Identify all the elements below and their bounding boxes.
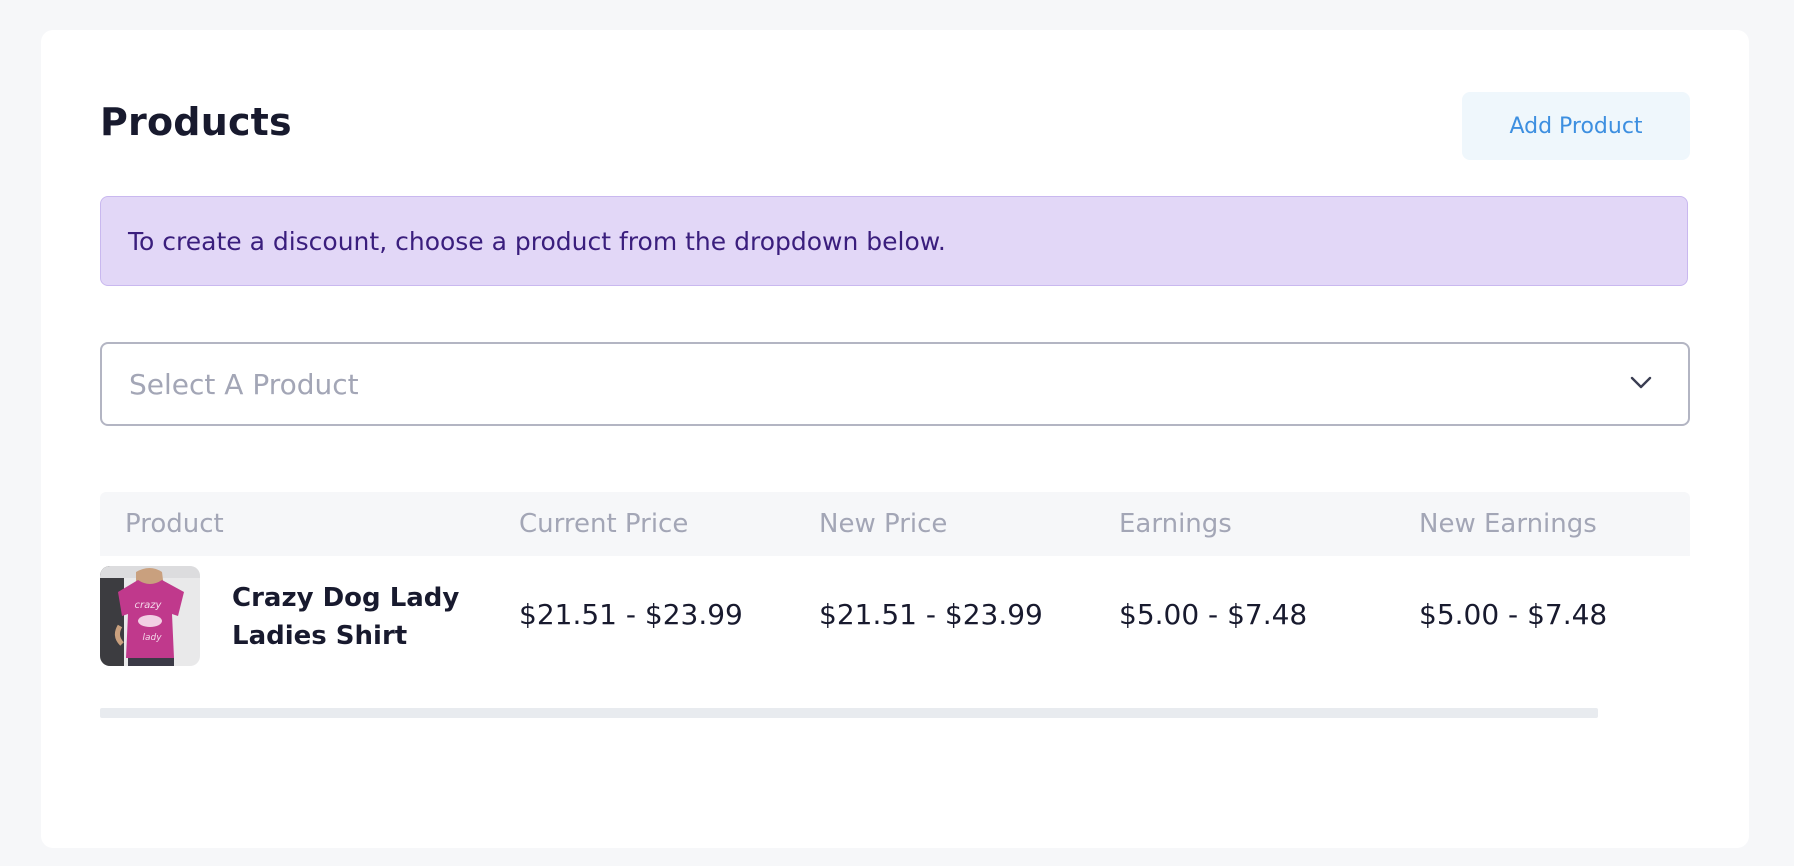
products-header: Products Add Product [100,92,1690,160]
svg-text:crazy: crazy [135,600,163,611]
discount-info-alert: To create a discount, choose a product f… [100,196,1688,286]
column-header-new-earnings: New Earnings [1419,509,1597,539]
product-select[interactable]: Select A Product [100,342,1690,426]
product-thumbnail: crazy lady [100,566,200,666]
alert-text: To create a discount, choose a product f… [128,226,946,256]
earnings-value: $5.00 - $7.48 [1119,598,1308,631]
add-product-button[interactable]: Add Product [1462,92,1690,160]
products-card: Products Add Product To create a discoun… [41,30,1749,848]
shirt-image: crazy lady [100,566,200,666]
column-header-product: Product [125,509,224,539]
horizontal-scrollbar[interactable] [100,708,1598,718]
table-header: Product Current Price New Price Earnings… [100,492,1690,556]
page-title: Products [100,100,292,144]
current-price-value: $21.51 - $23.99 [519,598,743,631]
chevron-down-icon [1630,376,1652,389]
column-header-current-price: Current Price [519,509,689,539]
select-placeholder: Select A Product [129,367,359,401]
column-header-new-price: New Price [819,509,948,539]
svg-text:lady: lady [142,633,162,643]
product-name[interactable]: Crazy Dog Lady Ladies Shirt [232,579,472,655]
column-header-earnings: Earnings [1119,509,1232,539]
table-row[interactable]: crazy lady Crazy Dog Lady Ladies Shirt $… [100,566,1690,668]
new-earnings-value: $5.00 - $7.48 [1419,598,1608,631]
new-price-value: $21.51 - $23.99 [819,598,1043,631]
